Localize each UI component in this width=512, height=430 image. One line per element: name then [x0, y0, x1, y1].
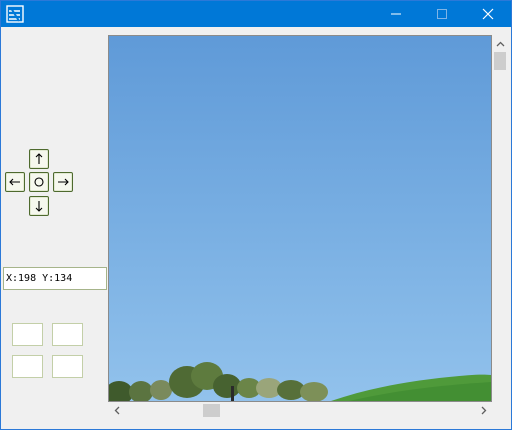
minimize-icon	[391, 13, 401, 15]
preview-box-3[interactable]	[12, 355, 43, 378]
arrow-up-icon	[35, 153, 43, 164]
horizontal-scrollbar[interactable]	[108, 402, 492, 419]
maximize-button[interactable]	[419, 1, 465, 27]
scroll-up-button[interactable]	[492, 35, 508, 52]
preview-box-4[interactable]	[52, 355, 83, 378]
pan-up-button[interactable]	[29, 149, 49, 169]
landscape-image	[109, 362, 491, 401]
scroll-left-button[interactable]	[108, 402, 125, 419]
arrow-left-icon	[9, 178, 20, 186]
circle-icon	[34, 177, 44, 187]
app-window: X:198 Y:134	[0, 0, 512, 430]
title-bar[interactable]	[1, 1, 511, 27]
chevron-up-icon	[496, 41, 504, 46]
vertical-scroll-thumb[interactable]	[494, 52, 506, 70]
chevron-left-icon	[114, 406, 119, 415]
minimize-button[interactable]	[373, 1, 419, 27]
maximize-icon	[437, 9, 447, 19]
image-viewport[interactable]	[108, 35, 492, 402]
horizontal-scroll-thumb[interactable]	[203, 404, 220, 417]
pan-left-button[interactable]	[5, 172, 25, 192]
pan-right-button[interactable]	[53, 172, 73, 192]
close-icon	[482, 8, 494, 20]
preview-box-2[interactable]	[52, 323, 83, 346]
arrow-right-icon	[58, 178, 69, 186]
coordinates-field[interactable]: X:198 Y:134	[3, 267, 107, 290]
app-logo-icon	[6, 5, 24, 23]
center-button[interactable]	[29, 172, 49, 192]
chevron-right-icon	[481, 406, 486, 415]
close-button[interactable]	[465, 1, 511, 27]
tree-line	[109, 362, 328, 401]
pan-down-button[interactable]	[29, 196, 49, 216]
preview-box-1[interactable]	[12, 323, 43, 346]
vertical-scrollbar[interactable]	[492, 35, 508, 402]
scroll-right-button[interactable]	[475, 402, 492, 419]
arrow-down-icon	[35, 201, 43, 212]
